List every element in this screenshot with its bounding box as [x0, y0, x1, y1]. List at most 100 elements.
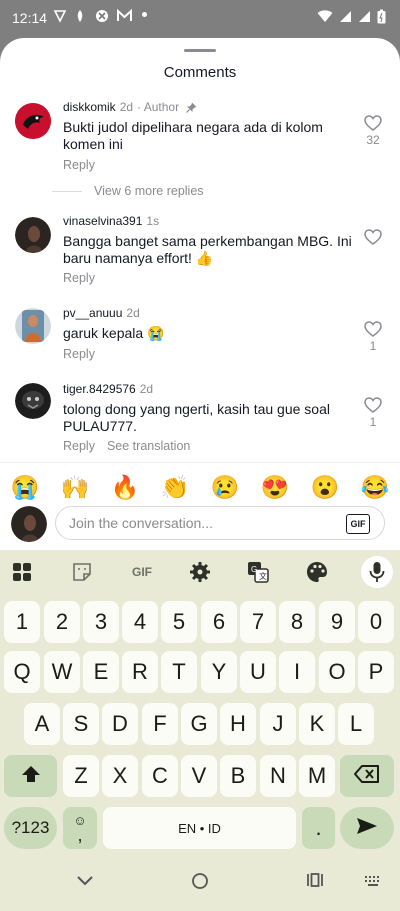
- reply-button[interactable]: Reply: [63, 439, 95, 453]
- comments-sheet: Comments diskkomik 2d · Author Bukti judol…: [0, 38, 400, 550]
- comment-input[interactable]: Join the conversation... GIF: [55, 506, 385, 540]
- key-8[interactable]: 8: [279, 601, 315, 643]
- backspace-key[interactable]: [340, 755, 394, 797]
- like-button[interactable]: [360, 229, 386, 247]
- key-i[interactable]: I: [279, 651, 315, 693]
- drag-handle[interactable]: [184, 49, 216, 52]
- sticker-icon[interactable]: [68, 558, 96, 586]
- home-circle-icon[interactable]: [191, 872, 209, 895]
- see-translation-button[interactable]: See translation: [107, 439, 190, 453]
- emoji-button[interactable]: 😂: [361, 474, 390, 501]
- key-h[interactable]: H: [220, 703, 256, 745]
- chevron-down-icon[interactable]: [76, 874, 94, 892]
- comment-username[interactable]: vinaselvina391: [63, 214, 142, 228]
- symbols-key[interactable]: ?123: [4, 807, 57, 849]
- gif-button[interactable]: GIF: [346, 514, 370, 534]
- backspace-icon: [354, 763, 380, 789]
- theme-palette-icon[interactable]: [303, 558, 331, 586]
- key-a[interactable]: A: [24, 703, 60, 745]
- key-1[interactable]: 1: [4, 601, 40, 643]
- gif-tool-button[interactable]: GIF: [125, 558, 159, 586]
- shift-key[interactable]: [4, 755, 57, 797]
- emoji-button[interactable]: 🙌: [61, 474, 90, 501]
- status-bar: 12:14: [0, 0, 400, 36]
- heart-icon: [360, 321, 386, 337]
- period-key[interactable]: .: [302, 807, 335, 849]
- key-3[interactable]: 3: [83, 601, 119, 643]
- keyboard-switch-icon[interactable]: [364, 874, 382, 892]
- key-e[interactable]: E: [83, 651, 119, 693]
- battery-icon: [377, 9, 386, 27]
- key-p[interactable]: P: [358, 651, 394, 693]
- vpn-icon: [53, 9, 67, 26]
- microphone-icon: [363, 558, 391, 586]
- comment-input-placeholder: Join the conversation...: [69, 515, 213, 531]
- key-2[interactable]: 2: [44, 601, 80, 643]
- key-4[interactable]: 4: [122, 601, 158, 643]
- comment-username[interactable]: pv__anuuu: [63, 306, 122, 320]
- key-b[interactable]: B: [220, 755, 256, 797]
- heart-icon: [360, 229, 386, 245]
- key-y[interactable]: Y: [201, 651, 237, 693]
- svg-text:G: G: [251, 565, 257, 574]
- like-button[interactable]: 1: [360, 321, 386, 353]
- space-bar[interactable]: EN • ID: [103, 807, 296, 849]
- emoji-button[interactable]: 😭: [11, 474, 40, 501]
- reply-button[interactable]: Reply: [63, 271, 95, 285]
- key-s[interactable]: S: [63, 703, 99, 745]
- reply-button[interactable]: Reply: [63, 158, 95, 172]
- comma-emoji-key[interactable]: ☺ ,: [63, 807, 97, 849]
- comment-text: Bangga banget sama perkembangan MBG. Ini…: [63, 233, 352, 266]
- key-0[interactable]: 0: [358, 601, 394, 643]
- comment-age: 2d: [139, 382, 154, 396]
- send-key[interactable]: [340, 807, 394, 849]
- emoji-button[interactable]: 😢: [211, 474, 240, 501]
- key-g[interactable]: G: [181, 703, 217, 745]
- view-more-replies-label: View 6 more replies: [94, 184, 204, 198]
- comment-text: Bukti judol dipelihara negara ada di kol…: [63, 119, 323, 152]
- key-9[interactable]: 9: [319, 601, 355, 643]
- notification-icon: [74, 9, 86, 26]
- key-6[interactable]: 6: [201, 601, 237, 643]
- emoji-button[interactable]: 😮: [311, 474, 340, 501]
- comment-username[interactable]: diskkomik: [63, 100, 116, 114]
- avatar[interactable]: [15, 103, 51, 139]
- emoji-button[interactable]: 😍: [261, 474, 290, 501]
- key-j[interactable]: J: [260, 703, 296, 745]
- key-u[interactable]: U: [240, 651, 276, 693]
- key-d[interactable]: D: [102, 703, 138, 745]
- key-t[interactable]: T: [161, 651, 197, 693]
- key-n[interactable]: N: [260, 755, 296, 797]
- key-r[interactable]: R: [122, 651, 158, 693]
- key-x[interactable]: X: [102, 755, 138, 797]
- view-more-replies[interactable]: View 6 more replies: [52, 184, 204, 198]
- apps-grid-icon[interactable]: [8, 558, 36, 586]
- key-l[interactable]: L: [338, 703, 374, 745]
- like-button[interactable]: 1: [360, 397, 386, 429]
- key-o[interactable]: O: [319, 651, 355, 693]
- key-m[interactable]: M: [299, 755, 335, 797]
- avatar[interactable]: [15, 308, 51, 344]
- comment-username[interactable]: tiger.8429576: [63, 382, 136, 396]
- avatar[interactable]: [15, 383, 51, 419]
- key-v[interactable]: V: [181, 755, 217, 797]
- key-q[interactable]: Q: [4, 651, 40, 693]
- pin-icon: [186, 102, 197, 116]
- emoji-button[interactable]: 👏: [161, 474, 190, 501]
- key-5[interactable]: 5: [161, 601, 197, 643]
- avatar[interactable]: [15, 217, 51, 253]
- reply-button[interactable]: Reply: [63, 347, 95, 361]
- translate-icon[interactable]: G文: [244, 558, 272, 586]
- settings-gear-icon[interactable]: [186, 558, 214, 586]
- like-button[interactable]: 32: [360, 115, 386, 147]
- recents-icon[interactable]: [306, 872, 324, 893]
- key-k[interactable]: K: [299, 703, 335, 745]
- signal-icon: [358, 10, 371, 26]
- key-f[interactable]: F: [142, 703, 178, 745]
- sheet-title: Comments: [163, 64, 237, 81]
- key-7[interactable]: 7: [240, 601, 276, 643]
- key-w[interactable]: W: [44, 651, 80, 693]
- key-c[interactable]: C: [142, 755, 178, 797]
- key-z[interactable]: Z: [63, 755, 99, 797]
- emoji-button[interactable]: 🔥: [111, 474, 140, 501]
